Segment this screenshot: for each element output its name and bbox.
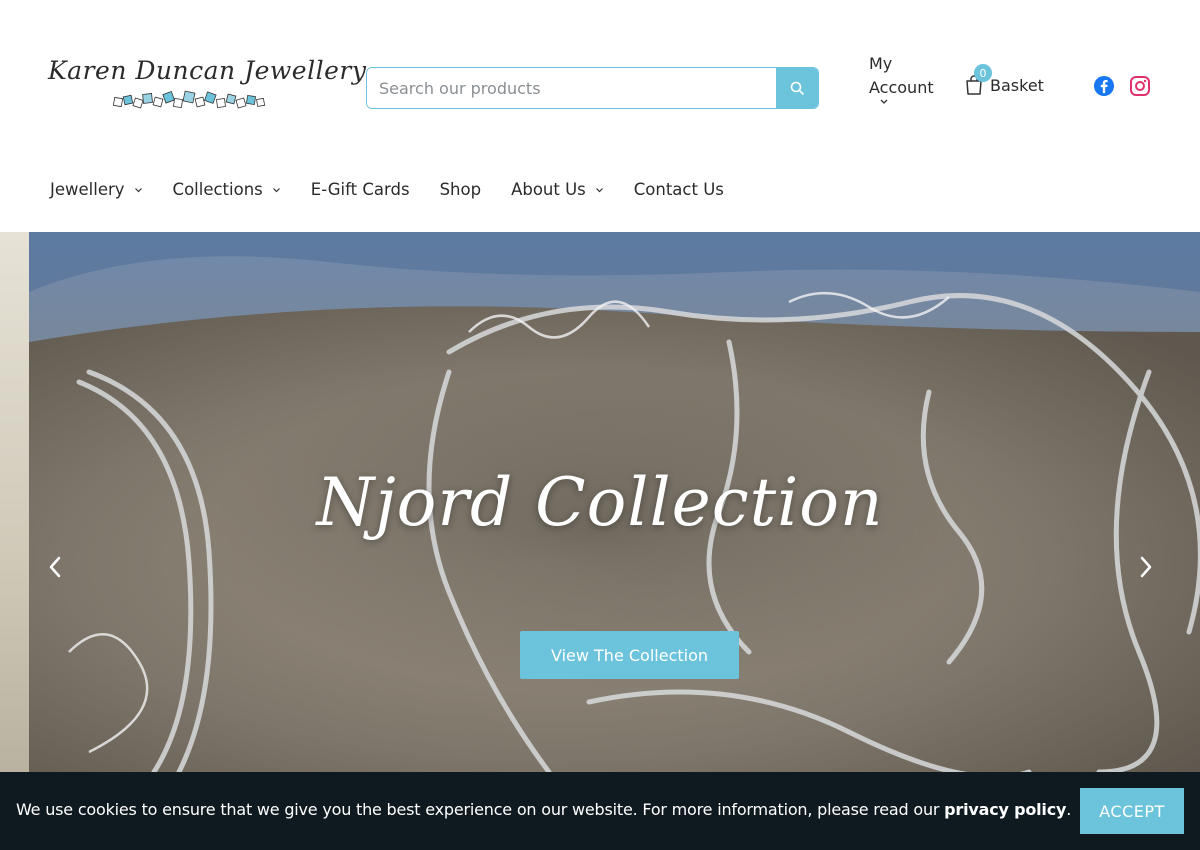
nav-item-collections[interactable]: Collections xyxy=(173,180,281,199)
nav-item-contact-us[interactable]: Contact Us xyxy=(634,180,724,199)
nav-item-label: Jewellery xyxy=(50,180,125,199)
accept-cookies-button[interactable]: ACCEPT xyxy=(1080,788,1184,834)
chevron-left-icon[interactable] xyxy=(45,554,65,580)
main-navigation: Jewellery Collections E-Gift Cards Shop … xyxy=(50,180,754,199)
facebook-icon[interactable] xyxy=(1093,75,1115,97)
chevron-down-icon xyxy=(595,187,603,192)
nav-item-label: E-Gift Cards xyxy=(310,180,410,199)
logo-text: Karen Duncan Jewellery xyxy=(48,56,367,85)
chevron-down-icon xyxy=(134,187,142,192)
view-collection-button[interactable]: View The Collection xyxy=(520,631,739,679)
logo-tiles-graphic xyxy=(112,90,266,109)
cookie-message-suffix: . xyxy=(1066,800,1072,819)
search-icon xyxy=(790,81,804,95)
basket-label: Basket xyxy=(990,75,1044,95)
nav-item-jewellery[interactable]: Jewellery xyxy=(50,180,143,199)
cookie-message: We use cookies to ensure that we give yo… xyxy=(16,800,1071,819)
nav-item-label: Shop xyxy=(439,180,482,199)
cookie-message-text: We use cookies to ensure that we give yo… xyxy=(16,800,945,819)
nav-item-shop[interactable]: Shop xyxy=(440,180,482,199)
nav-item-label: Contact Us xyxy=(633,180,724,199)
site-logo[interactable]: Karen Duncan Jewellery xyxy=(48,56,367,118)
privacy-policy-link[interactable]: privacy policy xyxy=(944,800,1066,819)
cookie-banner: We use cookies to ensure that we give yo… xyxy=(0,772,1200,850)
instagram-icon[interactable] xyxy=(1129,75,1151,97)
nav-item-label: Collections xyxy=(172,180,263,199)
chevron-down-icon xyxy=(272,187,280,192)
search-bar xyxy=(366,67,819,109)
search-input[interactable] xyxy=(367,68,776,108)
nav-item-label: About Us xyxy=(511,180,586,199)
search-button[interactable] xyxy=(776,68,818,108)
site-header: Karen Duncan Jewellery Search our produc… xyxy=(0,0,1200,232)
hero-slider: Njord Collection View The Collection xyxy=(0,232,1200,772)
chevron-right-icon[interactable] xyxy=(1136,554,1156,580)
basket-count-badge: 0 xyxy=(974,64,992,82)
my-account-menu[interactable]: My Account xyxy=(869,52,934,105)
basket-link[interactable]: 0 Basket xyxy=(964,64,1044,96)
account-label-line1: My xyxy=(869,54,893,73)
account-label-line2: Account xyxy=(869,78,934,97)
shopping-bag-icon: 0 xyxy=(964,64,992,96)
hero-title: Njord Collection xyxy=(316,464,884,541)
nav-item-about-us[interactable]: About Us xyxy=(511,180,604,199)
nav-item-e-gift-cards[interactable]: E-Gift Cards xyxy=(311,180,410,199)
